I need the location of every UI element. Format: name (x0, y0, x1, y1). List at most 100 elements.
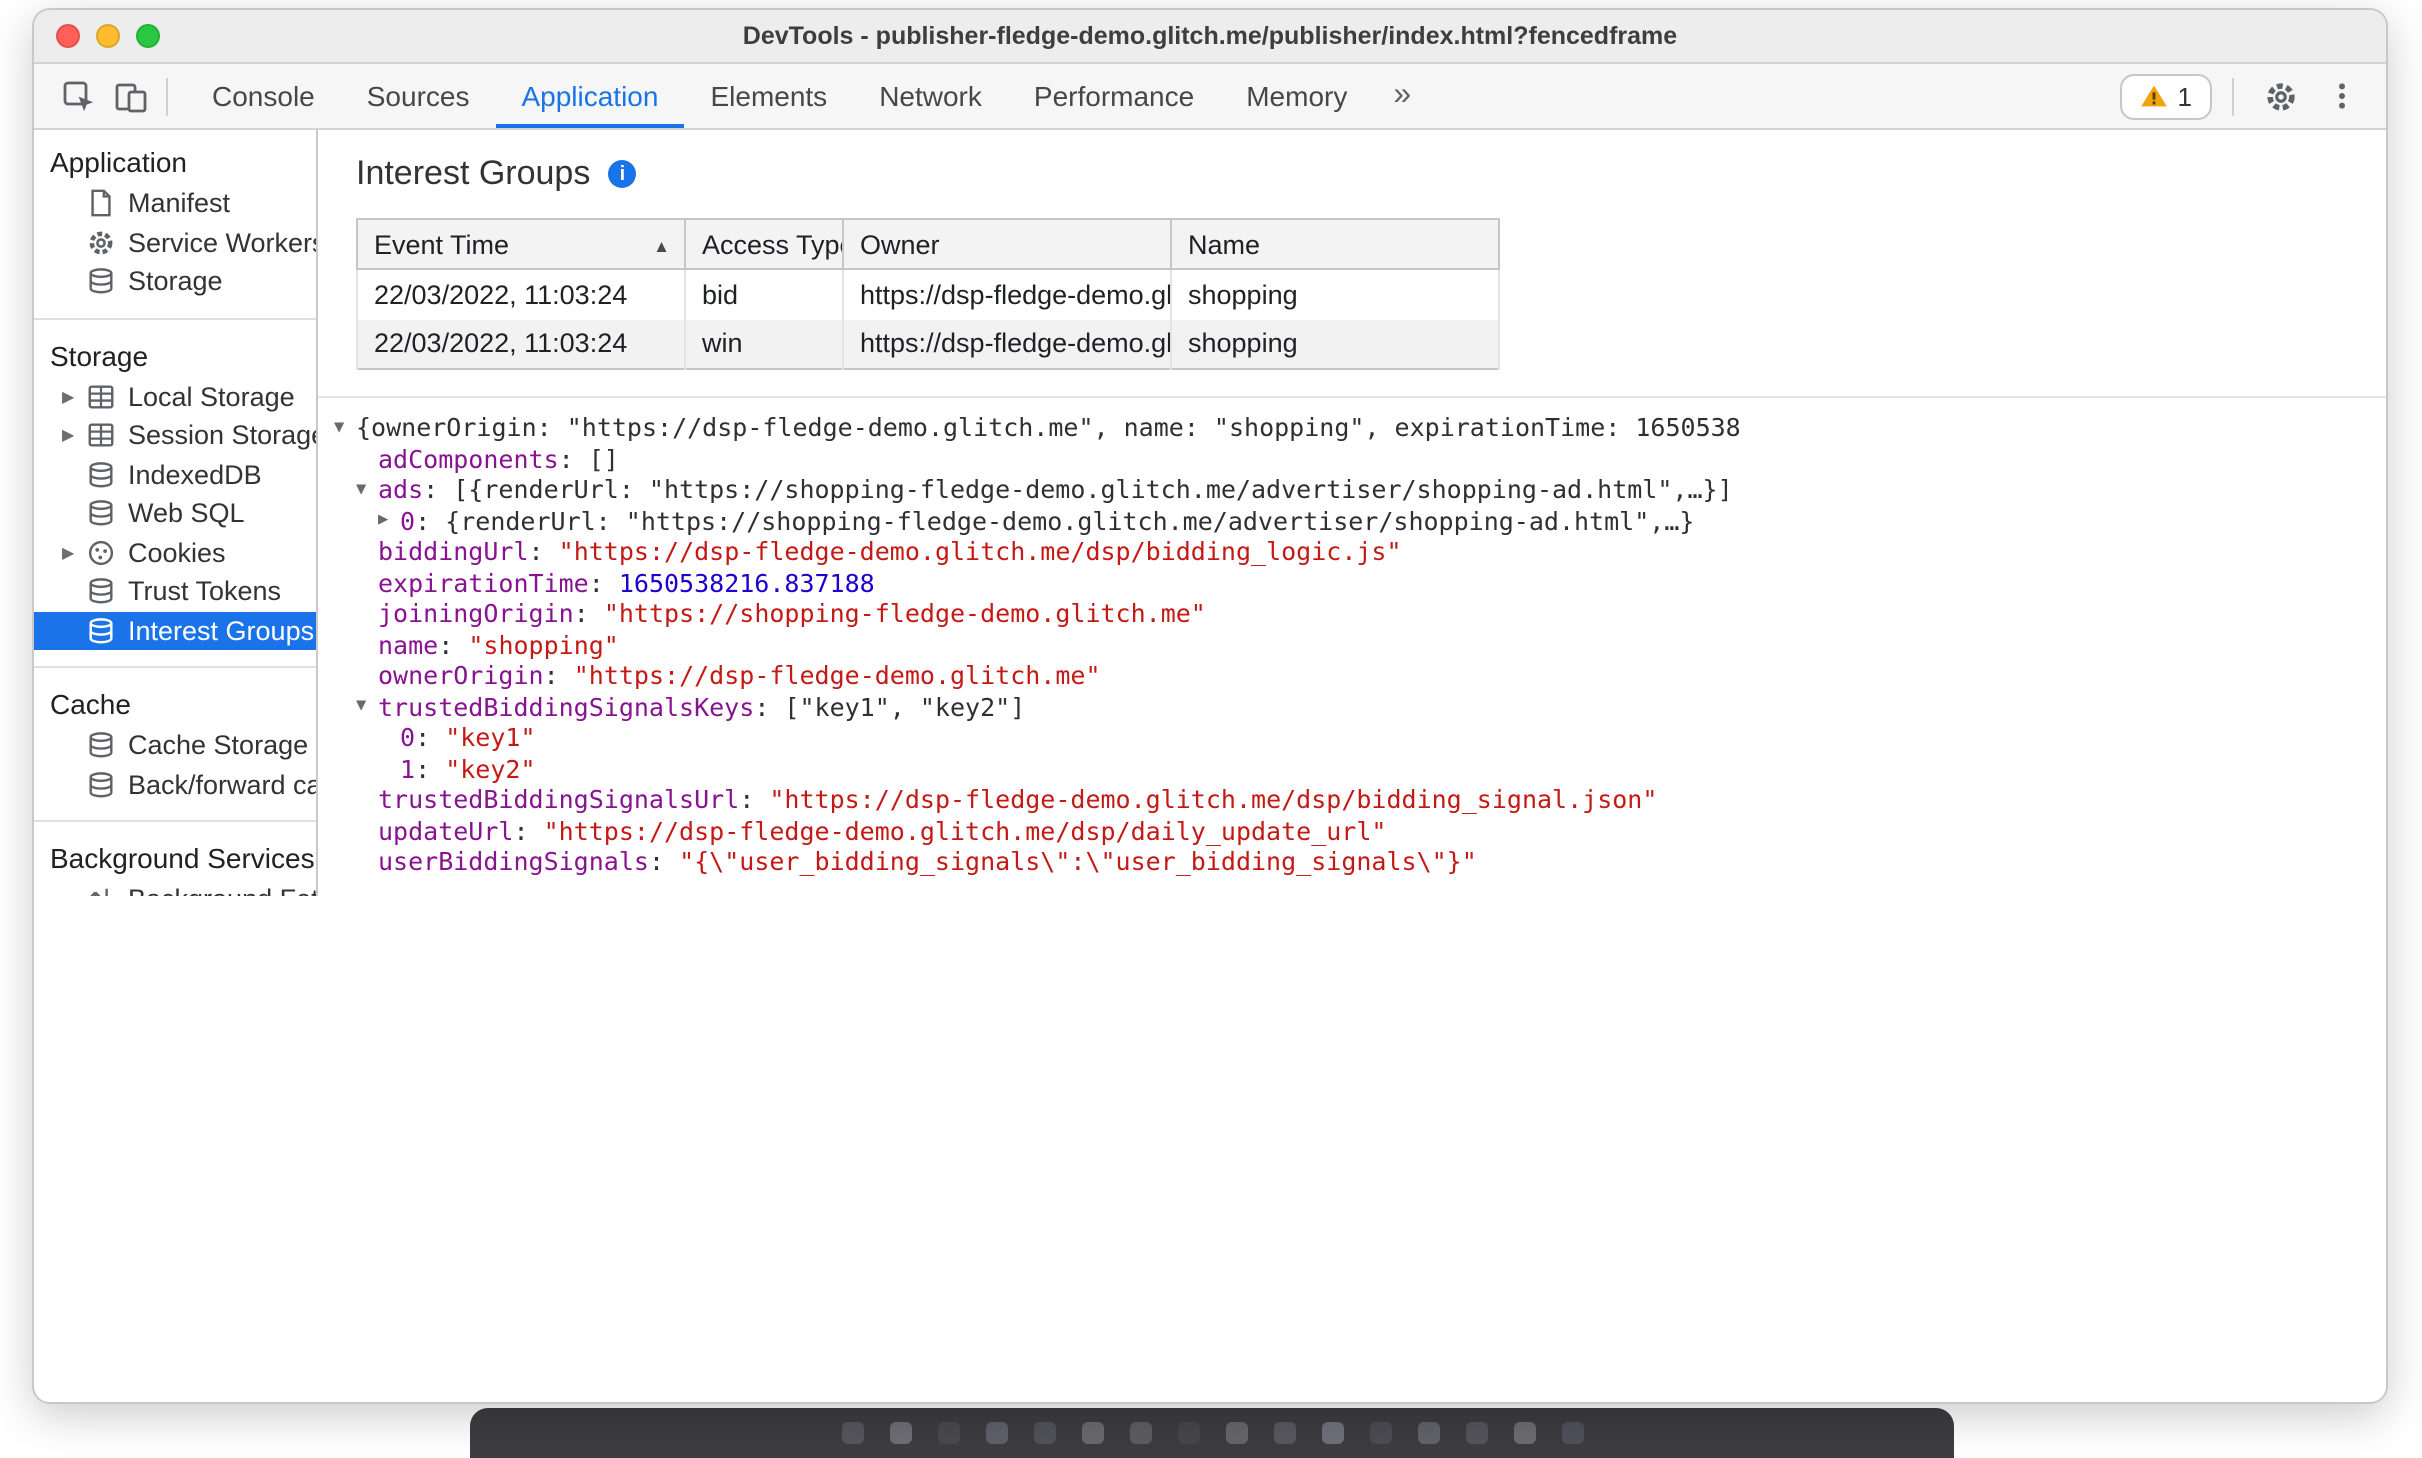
expand-arrow-icon[interactable]: ▶ (378, 511, 400, 531)
sidebar-item-label: IndexedDB (128, 459, 262, 490)
tab-memory[interactable]: Memory (1220, 64, 1373, 128)
content-area: Application Manifest Service Workers Storag… (34, 130, 2386, 1402)
sidebar-item-session-storage[interactable]: ▶ Session Storage (34, 416, 316, 455)
sidebar-item-label: Background Fetch (128, 885, 316, 897)
toolbar-separator (2232, 77, 2234, 115)
sidebar-item-label: Cookies (128, 537, 226, 568)
dock-app-icon (1273, 1422, 1295, 1444)
cell-event-time: 22/03/2022, 11:03:24 (356, 319, 686, 369)
table-row[interactable]: 22/03/2022, 11:03:24 win https://dsp-fledg… (356, 319, 1500, 369)
json-token-key: 1 (400, 753, 416, 784)
devtools-toolbar: Console Sources Application Elements Network… (34, 64, 2386, 130)
json-token-plain: : [{renderUrl: "https://shopping-fledge-… (423, 474, 1733, 505)
sidebar-item-storage[interactable]: Storage (34, 262, 316, 301)
screen: DevTools - publisher-fledge-demo.glitch.… (0, 0, 2422, 1458)
json-token-plain: : (528, 536, 559, 567)
sidebar-divider (34, 317, 316, 319)
sidebar-item-web-sql[interactable]: Web SQL (34, 494, 316, 533)
dock (470, 1408, 1954, 1458)
sidebar-item-cache-storage[interactable]: Cache Storage (34, 726, 316, 765)
more-tabs-button[interactable]: » (1393, 78, 1411, 114)
sidebar-item-label: Service Workers (128, 227, 318, 258)
json-token-plain: : (513, 815, 544, 846)
background-fetch-icon (86, 885, 116, 896)
sidebar-item-manifest[interactable]: Manifest (34, 184, 316, 223)
toolbar-right-group: 1 (2119, 64, 2368, 128)
cell-owner: https://dsp-fledge-demo.gl… (842, 319, 1172, 369)
tree-line: trustedBiddingSignalsUrl: "https://dsp-f… (334, 784, 2386, 815)
json-token-plain: : (588, 567, 619, 598)
tree-line: expirationTime: 1650538216.837188 (334, 567, 2386, 598)
expand-arrow-icon[interactable]: ▶ (62, 544, 86, 562)
sidebar-item-label: Web SQL (128, 498, 245, 529)
tab-console[interactable]: Console (186, 64, 341, 128)
sidebar-item-interest-groups[interactable]: Interest Groups (34, 611, 316, 650)
devtools-tabs: Console Sources Application Elements Network… (186, 64, 1373, 128)
json-token-plain: : (648, 846, 680, 877)
expand-arrow-icon[interactable]: ▶ (62, 388, 86, 406)
json-token-str: "https://dsp-fledge-demo.glitch.me/dsp/b… (558, 536, 1402, 567)
json-tree: ▼ {ownerOrigin: "https://dsp-fledge-demo.… (318, 412, 2386, 1402)
json-token-plain: : [] (558, 443, 619, 474)
collapse-arrow-icon[interactable]: ▼ (334, 418, 356, 438)
tree-line: name: "shopping" (334, 629, 2386, 660)
dock-app-icon (889, 1422, 911, 1444)
sidebar-item-label: Trust Tokens (128, 576, 282, 607)
tree-line: 0: "key1" (334, 722, 2386, 753)
sidebar-item-trust-tokens[interactable]: Trust Tokens (34, 572, 316, 611)
tree-line: joiningOrigin: "https://shopping-fledge-… (334, 598, 2386, 629)
database-icon (86, 499, 116, 529)
sidebar-item-service-workers[interactable]: Service Workers (34, 223, 316, 262)
close-window-button[interactable] (56, 24, 80, 48)
sidebar-divider (34, 820, 316, 822)
column-header-name[interactable]: Name (1170, 218, 1500, 270)
sidebar-item-indexeddb[interactable]: IndexedDB (34, 455, 316, 494)
toolbar-separator (166, 77, 168, 115)
cell-name: shopping (1170, 319, 1500, 369)
kebab-menu-icon[interactable] (2316, 70, 2368, 122)
tab-network[interactable]: Network (853, 64, 1008, 128)
tree-line: userBiddingSignals: "{\"user_bidding_sig… (334, 846, 2386, 877)
sidebar-item-background-fetch[interactable]: Background Fetch (34, 880, 316, 896)
json-token-plain: : (573, 598, 604, 629)
cell-access-type: win (684, 319, 844, 369)
json-token-key: biddingUrl (378, 536, 529, 567)
tree-line[interactable]: ▼ ads: [{renderUrl: "https://shopping-fle… (334, 474, 2386, 505)
database-icon (86, 731, 116, 761)
main-panel: Interest Groups i Event Time ▲ Access Type… (318, 130, 2386, 1402)
expand-arrow-icon[interactable]: ▶ (62, 427, 86, 445)
settings-gear-icon[interactable] (2254, 70, 2306, 122)
collapse-arrow-icon[interactable]: ▼ (356, 697, 378, 717)
column-header-event-time[interactable]: Event Time ▲ (356, 218, 686, 270)
tree-line[interactable]: ▶ 0: {renderUrl: "https://shopping-fledge… (334, 505, 2386, 536)
tree-line[interactable]: ▼ trustedBiddingSignalsKeys: ["key1", "ke… (334, 691, 2386, 722)
warnings-badge[interactable]: 1 (2119, 73, 2212, 119)
column-header-owner[interactable]: Owner (842, 218, 1172, 270)
sidebar-item-local-storage[interactable]: ▶ Local Storage (34, 377, 316, 416)
sidebar-item-label: Cache Storage (128, 730, 309, 761)
collapse-arrow-icon[interactable]: ▼ (356, 480, 378, 500)
json-token-key: adComponents (378, 443, 559, 474)
tree-line: ownerOrigin: "https://dsp-fledge-demo.gl… (334, 660, 2386, 691)
dock-app-icon (1369, 1422, 1391, 1444)
manifest-icon (86, 189, 116, 219)
tab-application[interactable]: Application (495, 64, 685, 128)
sidebar-item-cookies[interactable]: ▶ Cookies (34, 533, 316, 572)
column-header-access-type[interactable]: Access Type (684, 218, 844, 270)
json-token-str: "https://shopping-fledge-demo.glitch.me" (603, 598, 1206, 629)
json-token-str: "key1" (445, 722, 536, 753)
sidebar-item-back-forward-cach[interactable]: Back/forward cach (34, 765, 316, 804)
tab-sources[interactable]: Sources (341, 64, 496, 128)
table-row[interactable]: 22/03/2022, 11:03:24 bid https://dsp-fledg… (356, 269, 1500, 319)
zoom-window-button[interactable] (136, 24, 160, 48)
tab-elements[interactable]: Elements (684, 64, 853, 128)
device-toolbar-icon[interactable] (104, 70, 156, 122)
minimize-window-button[interactable] (96, 24, 120, 48)
inspect-icon[interactable] (52, 70, 104, 122)
warning-icon (2140, 84, 2168, 108)
tab-performance[interactable]: Performance (1008, 64, 1220, 128)
json-token-key: updateUrl (378, 815, 514, 846)
json-token-plain: : (415, 722, 446, 753)
tree-line[interactable]: ▼ {ownerOrigin: "https://dsp-fledge-demo.… (334, 412, 2386, 443)
info-icon[interactable]: i (608, 160, 637, 188)
